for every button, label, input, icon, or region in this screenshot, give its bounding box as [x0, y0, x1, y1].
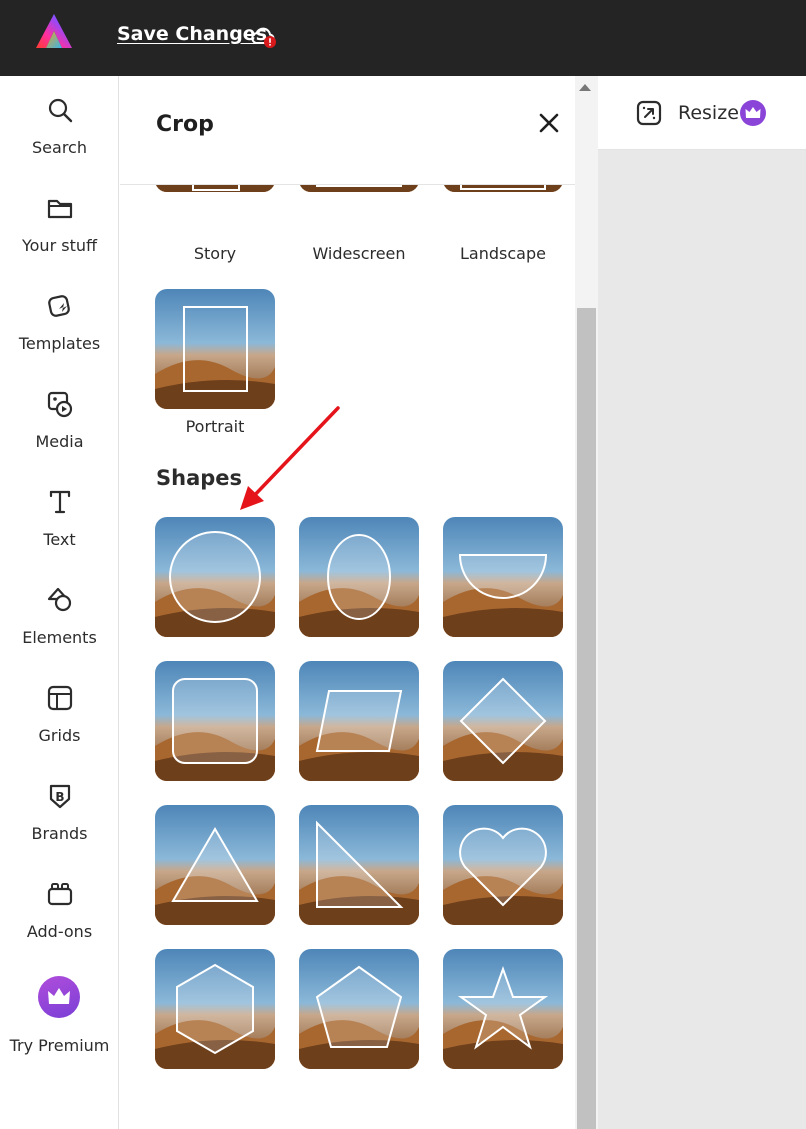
shape-circle-thumbnail[interactable]	[155, 517, 275, 637]
add-ons-icon	[47, 883, 73, 906]
text-icon	[49, 490, 71, 514]
canvas-area	[598, 76, 806, 1129]
shapes-section-title: Shapes	[156, 466, 243, 490]
crop-portrait-label: Portrait	[185, 417, 245, 436]
pentagon-shape-icon	[315, 965, 403, 1048]
crop-portrait-thumbnail[interactable]	[155, 289, 275, 409]
shape-star-thumbnail[interactable]	[443, 949, 563, 1069]
rail-label: Grids	[38, 726, 81, 745]
crop-widescreen-label: Widescreen	[312, 244, 406, 263]
crop-panel: Story Widescreen Landscape Portrait Shap…	[120, 76, 575, 1129]
search-icon	[48, 98, 73, 123]
adobe-express-logo[interactable]	[34, 12, 74, 50]
scroll-up-arrow-icon[interactable]	[579, 84, 591, 91]
ellipse-shape-icon	[327, 534, 391, 620]
resize-button[interactable]: Resize	[636, 98, 766, 128]
rail-item-media[interactable]: Media	[0, 390, 119, 470]
rail-item-elements[interactable]: Elements	[0, 586, 119, 666]
panel-scrollbar-thumb[interactable]	[577, 308, 596, 1129]
shape-ellipse-thumbnail[interactable]	[299, 517, 419, 637]
premium-crown-icon	[38, 976, 80, 1018]
left-rail: Search Your stuff Templates Media Text E…	[0, 76, 119, 1129]
rail-item-templates[interactable]: Templates	[0, 292, 119, 372]
circle-shape-icon	[169, 531, 261, 623]
rail-item-your-stuff[interactable]: Your stuff	[0, 194, 119, 274]
parallelogram-shape-icon	[315, 690, 403, 752]
rail-label: Media	[35, 432, 84, 451]
rail-label: Search	[32, 138, 87, 157]
rail-label: Brands	[31, 824, 88, 843]
rail-label: Text	[43, 530, 76, 549]
media-icon	[47, 391, 73, 418]
rail-item-text[interactable]: Text	[0, 488, 119, 568]
premium-crown-icon	[740, 100, 766, 126]
close-icon[interactable]	[536, 110, 562, 136]
templates-icon	[48, 295, 70, 317]
rail-label: Elements	[22, 628, 97, 647]
rail-item-add-ons[interactable]: Add-ons	[0, 880, 119, 960]
brands-icon: B	[49, 784, 71, 809]
rail-item-try-premium[interactable]: Try Premium	[0, 976, 119, 1066]
shape-pentagon-thumbnail[interactable]	[299, 949, 419, 1069]
rail-item-search[interactable]: Search	[0, 96, 119, 176]
panel-title: Crop	[156, 112, 214, 137]
rounded-square-shape-icon	[172, 678, 258, 764]
crop-landscape-label: Landscape	[460, 244, 546, 263]
rail-label: Try Premium	[9, 1036, 110, 1055]
rail-label: Add-ons	[26, 922, 93, 941]
portrait-frame-icon	[183, 306, 248, 392]
shape-hexagon-thumbnail[interactable]	[155, 949, 275, 1069]
half-circle-shape-icon	[458, 554, 548, 599]
panel-header: Crop	[120, 76, 575, 185]
triangle-shape-icon	[171, 827, 259, 902]
save-changes-button[interactable]: Save Changes	[117, 23, 267, 45]
top-bar: Save Changes	[0, 0, 806, 76]
diamond-shape-icon	[459, 677, 547, 765]
heart-shape-icon	[459, 827, 547, 907]
crop-story-label: Story	[193, 244, 237, 263]
right-triangle-shape-icon	[316, 820, 404, 908]
resize-icon	[636, 100, 662, 126]
hexagon-shape-icon	[176, 963, 254, 1055]
shape-half-circle-thumbnail[interactable]	[443, 517, 563, 637]
resize-label: Resize	[678, 102, 739, 124]
shape-heart-thumbnail[interactable]	[443, 805, 563, 925]
shape-rounded-square-thumbnail[interactable]	[155, 661, 275, 781]
editor-toolbar: Resize	[598, 76, 806, 150]
elements-icon	[47, 587, 72, 612]
svg-text:B: B	[55, 790, 64, 804]
folder-icon	[47, 199, 73, 219]
shape-parallelogram-thumbnail[interactable]	[299, 661, 419, 781]
grids-icon	[47, 685, 73, 711]
rail-item-grids[interactable]: Grids	[0, 684, 119, 764]
cloud-warning-icon[interactable]	[249, 25, 279, 49]
rail-item-brands[interactable]: B Brands	[0, 782, 119, 862]
shape-diamond-thumbnail[interactable]	[443, 661, 563, 781]
star-shape-icon	[457, 966, 549, 1050]
shape-right-triangle-thumbnail[interactable]	[299, 805, 419, 925]
rail-label: Your stuff	[21, 236, 97, 255]
shape-triangle-thumbnail[interactable]	[155, 805, 275, 925]
rail-label: Templates	[18, 334, 101, 353]
